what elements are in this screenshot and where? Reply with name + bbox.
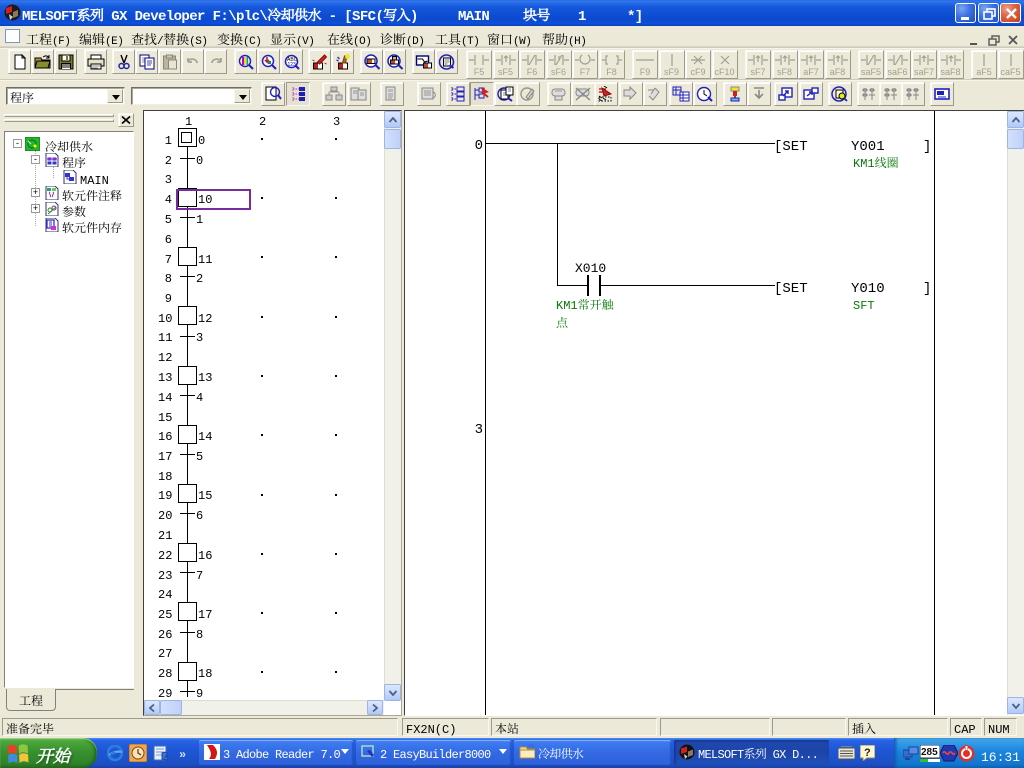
svg-text:123: 123 (287, 62, 296, 68)
svg-text:?: ? (864, 747, 871, 759)
svg-text:285: 285 (921, 747, 938, 758)
svg-text:e: e (110, 746, 116, 761)
